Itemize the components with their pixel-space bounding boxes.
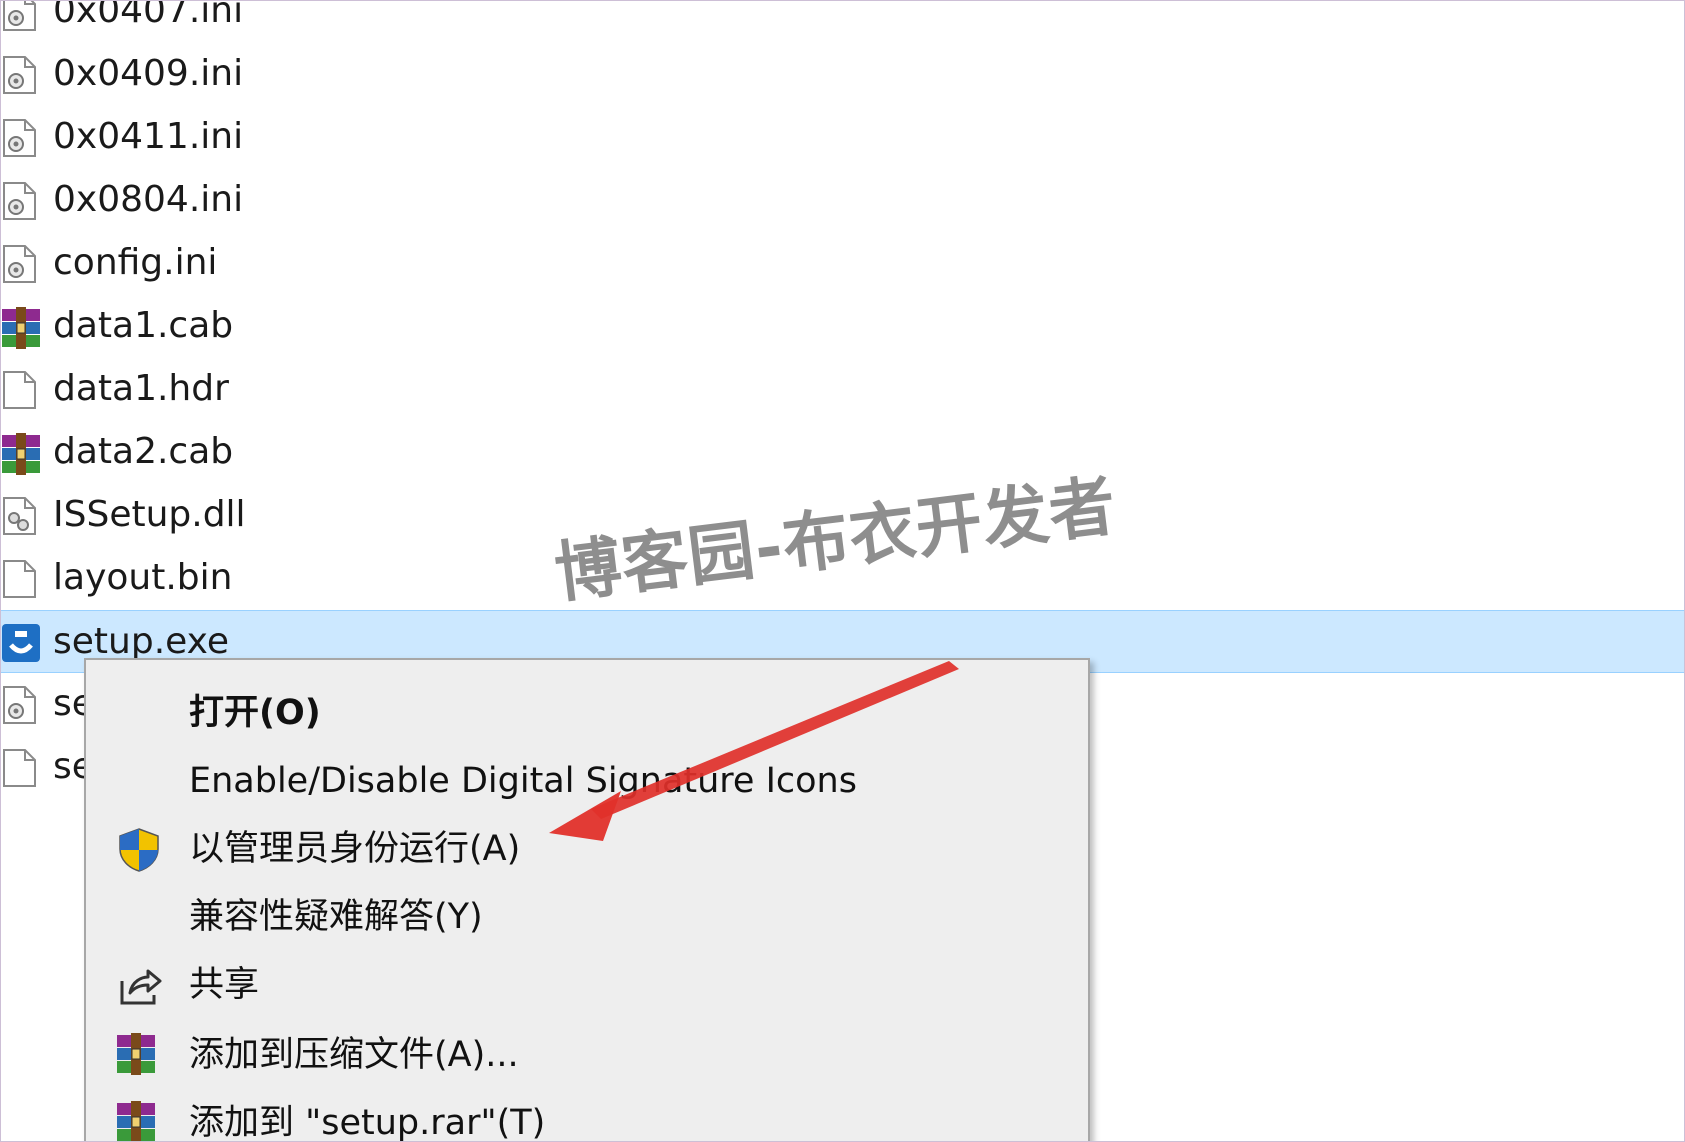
installer-exe-icon [1,623,40,663]
menu-item-open[interactable]: 打开(O) [86,680,1088,746]
blank-file-icon [1,748,39,788]
file-name: 0x0804.ini [53,179,244,220]
menu-item-label: Enable/Disable Digital Signature Icons [189,761,857,801]
menu-item-label: 兼容性疑难解答(Y) [189,897,483,937]
blank-file-icon [1,559,39,599]
file-row[interactable]: 0x0409.ini [1,43,1684,106]
winrar-archive-icon [116,1033,162,1079]
file-row[interactable]: data2.cab [1,421,1684,484]
file-row[interactable]: 0x0407.ini [1,0,1684,43]
file-row[interactable]: config.ini [1,232,1684,295]
menu-item-compatibility-troubleshoot[interactable]: 兼容性疑难解答(Y) [86,884,1088,950]
file-name: data2.cab [53,431,234,472]
settings-file-icon [1,181,39,221]
settings-file-icon [1,685,39,725]
explorer-window: 0x0407.ini 0x0409.ini 0x0411.ini 0x0804.… [0,0,1685,1142]
file-name: config.ini [53,242,218,283]
file-name: data1.cab [53,305,234,346]
file-name: 0x0411.ini [53,116,244,157]
menu-item-label: 打开(O) [189,693,321,733]
settings-file-icon [1,118,39,158]
file-row[interactable]: data1.hdr [1,358,1684,421]
winrar-archive-icon [1,433,40,475]
uac-shield-icon [116,827,162,873]
menu-item-add-to-archive[interactable]: 添加到压缩文件(A)... [86,1022,1088,1088]
file-name: ISSetup.dll [53,494,246,535]
menu-item-digital-signature-icons[interactable]: Enable/Disable Digital Signature Icons [86,748,1088,814]
context-menu: 打开(O) Enable/Disable Digital Signature I… [84,658,1090,1142]
file-name: 0x0409.ini [53,53,244,94]
menu-item-run-as-admin[interactable]: 以管理员身份运行(A) [86,816,1088,882]
settings-file-icon [1,55,39,95]
file-name: setup.exe [53,621,229,662]
settings-file-icon [1,1,39,32]
menu-item-label: 添加到压缩文件(A)... [189,1035,519,1075]
menu-item-label: 以管理员身份运行(A) [189,829,521,869]
menu-item-add-to-setup-rar[interactable]: 添加到 "setup.rar"(T) [86,1090,1088,1142]
menu-item-share[interactable]: 共享 [86,952,1088,1018]
winrar-archive-icon [116,1101,162,1141]
settings-file-icon [1,244,39,284]
blank-file-icon [1,370,39,410]
share-icon [116,963,162,1009]
file-name: layout.bin [53,557,233,598]
menu-item-label: 共享 [189,965,260,1005]
file-name: data1.hdr [53,368,229,409]
menu-item-label: 添加到 "setup.rar"(T) [189,1103,546,1142]
file-row[interactable]: 0x0804.ini [1,169,1684,232]
winrar-archive-icon [1,307,40,349]
file-row[interactable]: 0x0411.ini [1,106,1684,169]
file-row[interactable]: data1.cab [1,295,1684,358]
dll-file-icon [1,496,39,536]
file-name: 0x0407.ini [53,0,244,31]
